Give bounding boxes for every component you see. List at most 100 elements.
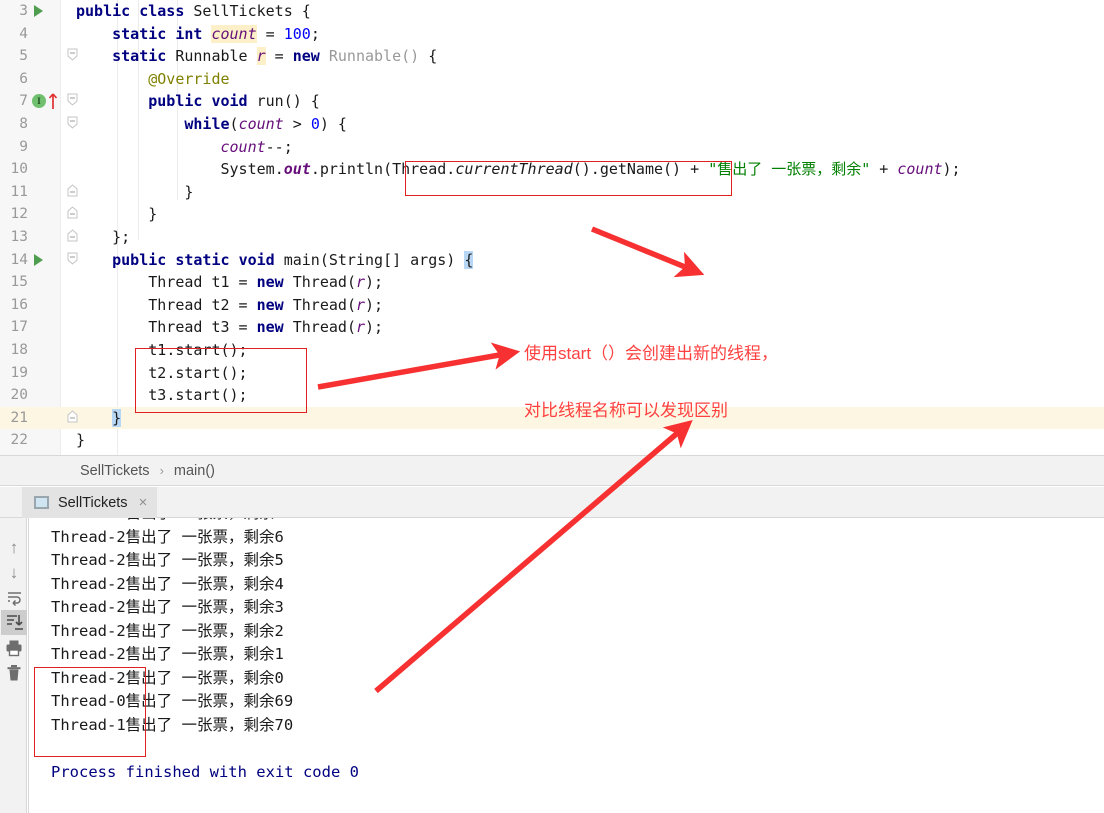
gutter-blank[interactable] [30,158,66,181]
code-line[interactable]: 12 } [0,203,1104,226]
breadcrumb-class[interactable]: SellTickets [80,463,150,479]
console-toolbar[interactable]: ↑ ↓ [0,518,27,813]
code-text[interactable]: } [76,203,157,226]
code-text[interactable]: static Runnable r = new Runnable() { [76,45,437,68]
scroll-to-end-icon[interactable] [1,610,27,635]
code-line[interactable]: 21 } [0,406,1104,430]
code-line[interactable]: 11 } [0,181,1104,204]
console-line: Thread-2售出了 一张票，剩余2 [51,621,284,640]
line-number: 18 [10,341,28,358]
soft-wrap-icon[interactable] [1,585,27,610]
code-line[interactable]: 7I public void run() { [0,90,1104,113]
code-text[interactable]: } [76,181,193,204]
implementing-method-icon[interactable]: I [30,90,66,113]
code-text[interactable]: @Override [76,68,229,91]
gutter-blank[interactable] [30,226,66,249]
console-line: Thread-2售出了 一张票，剩余3 [51,598,284,616]
code-line[interactable]: 19 t2.start(); [0,362,1104,385]
code-text[interactable]: t3.start(); [76,384,247,407]
code-text[interactable]: t2.start(); [76,362,247,385]
code-line[interactable]: 14 public static void main(String[] args… [0,249,1104,272]
gutter-blank[interactable] [30,23,66,46]
gutter-blank[interactable] [30,384,66,407]
code-line[interactable]: 6 @Override [0,68,1104,91]
gutter-blank[interactable] [30,407,66,430]
code-line-list[interactable]: 3 public class SellTickets {4 static int … [0,0,1104,452]
code-text[interactable]: public class SellTickets { [76,0,311,23]
console-exit-line: Process finished with exit code 0 [51,762,359,781]
console-line: Thread-2售出了 一张票，剩余6 [51,527,284,546]
run-tab-bar[interactable]: SellTickets × [0,487,1104,518]
code-text[interactable]: while(count > 0) { [76,113,347,136]
code-text[interactable]: public void run() { [76,90,320,113]
code-editor[interactable]: 3 public class SellTickets {4 static int … [0,0,1104,455]
code-line[interactable]: 8 while(count > 0) { [0,113,1104,136]
line-number: 17 [10,319,28,336]
console-output[interactable]: Thread-2售出了 一张票，剩余7Thread-2售出了 一张票，剩余6 Th… [28,518,1104,813]
run-tab-label: SellTickets [58,494,128,511]
code-text[interactable]: Thread t2 = new Thread(r); [76,294,383,317]
gutter-blank[interactable] [30,181,66,204]
gutter-blank[interactable] [30,429,66,452]
code-text[interactable]: } [76,407,122,430]
code-text[interactable]: t1.start(); [76,339,247,362]
run-arrow-icon[interactable] [30,0,66,23]
gutter-blank[interactable] [30,294,66,317]
line-number: 20 [10,387,28,404]
console-line: Thread-0售出了 一张票，剩余69 [51,692,294,710]
run-configuration-icon [34,496,49,509]
line-number: 19 [10,364,28,381]
gutter-blank[interactable] [30,203,66,226]
console-line: Thread-2售出了 一张票，剩余0 [51,668,284,687]
console-line: Thread-2售出了 一张票，剩余1 [51,645,284,663]
code-line[interactable]: 17 Thread t3 = new Thread(r); [0,316,1104,339]
gutter-blank[interactable] [30,339,66,362]
line-number: 4 [19,25,28,42]
gutter-blank[interactable] [30,68,66,91]
line-number: 11 [10,183,28,200]
line-number: 8 [19,115,28,132]
code-line[interactable]: 18 t1.start(); [0,339,1104,362]
code-line[interactable]: 15 Thread t1 = new Thread(r); [0,271,1104,294]
code-text[interactable]: } [76,429,85,452]
gutter-blank[interactable] [30,136,66,159]
line-number: 3 [19,3,28,19]
gutter-blank[interactable] [30,362,66,385]
code-line[interactable]: 22} [0,429,1104,452]
code-line[interactable]: 9 count--; [0,136,1104,159]
down-arrow-icon[interactable]: ↓ [1,560,27,585]
gutter-blank[interactable] [30,271,66,294]
code-line[interactable]: 20 t3.start(); [0,384,1104,407]
code-line[interactable]: 16 Thread t2 = new Thread(r); [0,294,1104,317]
code-line[interactable]: 13 }; [0,226,1104,249]
code-line[interactable]: 5 static Runnable r = new Runnable() { [0,45,1104,68]
console-line: Thread-2售出了 一张票，剩余5 [51,551,284,569]
gutter-blank[interactable] [30,316,66,339]
run-arrow-icon[interactable] [30,249,66,272]
code-text[interactable]: System.out.println(Thread.currentThread(… [76,158,961,181]
line-number: 9 [19,138,28,155]
code-text[interactable]: Thread t3 = new Thread(r); [76,316,383,339]
code-text[interactable]: }; [76,226,130,249]
print-icon[interactable] [1,635,27,660]
breadcrumb-method[interactable]: main() [174,463,215,479]
close-icon[interactable]: × [139,495,148,510]
up-arrow-icon[interactable]: ↑ [1,535,27,560]
line-number: 7 [19,93,28,110]
code-line[interactable]: 10 System.out.println(Thread.currentThre… [0,158,1104,181]
gutter-blank[interactable] [30,45,66,68]
code-line[interactable]: 4 static int count = 100; [0,23,1104,46]
line-number: 14 [10,251,28,268]
code-text[interactable]: count--; [76,136,293,159]
line-number: 12 [10,206,28,223]
code-text[interactable]: static int count = 100; [76,23,320,46]
code-line[interactable]: 3 public class SellTickets { [0,0,1104,23]
code-text[interactable]: public static void main(String[] args) { [76,249,474,272]
run-tool-window[interactable]: SellTickets × ↑↓ Thread-2售出了 一张票，剩余7Thre… [0,487,1104,813]
breadcrumb[interactable]: SellTickets › main() [0,455,1104,486]
code-text[interactable]: Thread t1 = new Thread(r); [76,271,383,294]
gutter-blank[interactable] [30,113,66,136]
run-tab-selltickets[interactable]: SellTickets × [22,487,158,518]
trash-icon[interactable] [1,660,27,685]
